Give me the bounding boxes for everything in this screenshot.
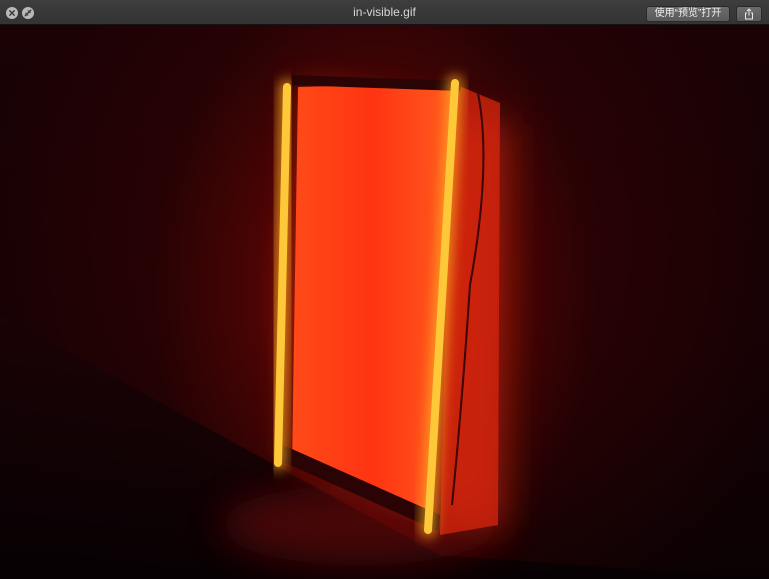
quicklook-window: in-visible.gif 使用“预览”打开 (0, 0, 769, 579)
fullscreen-button[interactable] (22, 7, 34, 19)
close-icon (9, 10, 15, 16)
neon-frame-artwork (0, 75, 769, 579)
fullscreen-icon (24, 9, 32, 17)
image-viewer (0, 25, 769, 579)
open-with-preview-button[interactable]: 使用“预览”打开 (646, 6, 730, 22)
share-icon (745, 8, 753, 20)
title-bar: in-visible.gif 使用“预览”打开 (0, 0, 769, 25)
close-button[interactable] (6, 7, 18, 19)
share-button[interactable] (736, 6, 762, 22)
